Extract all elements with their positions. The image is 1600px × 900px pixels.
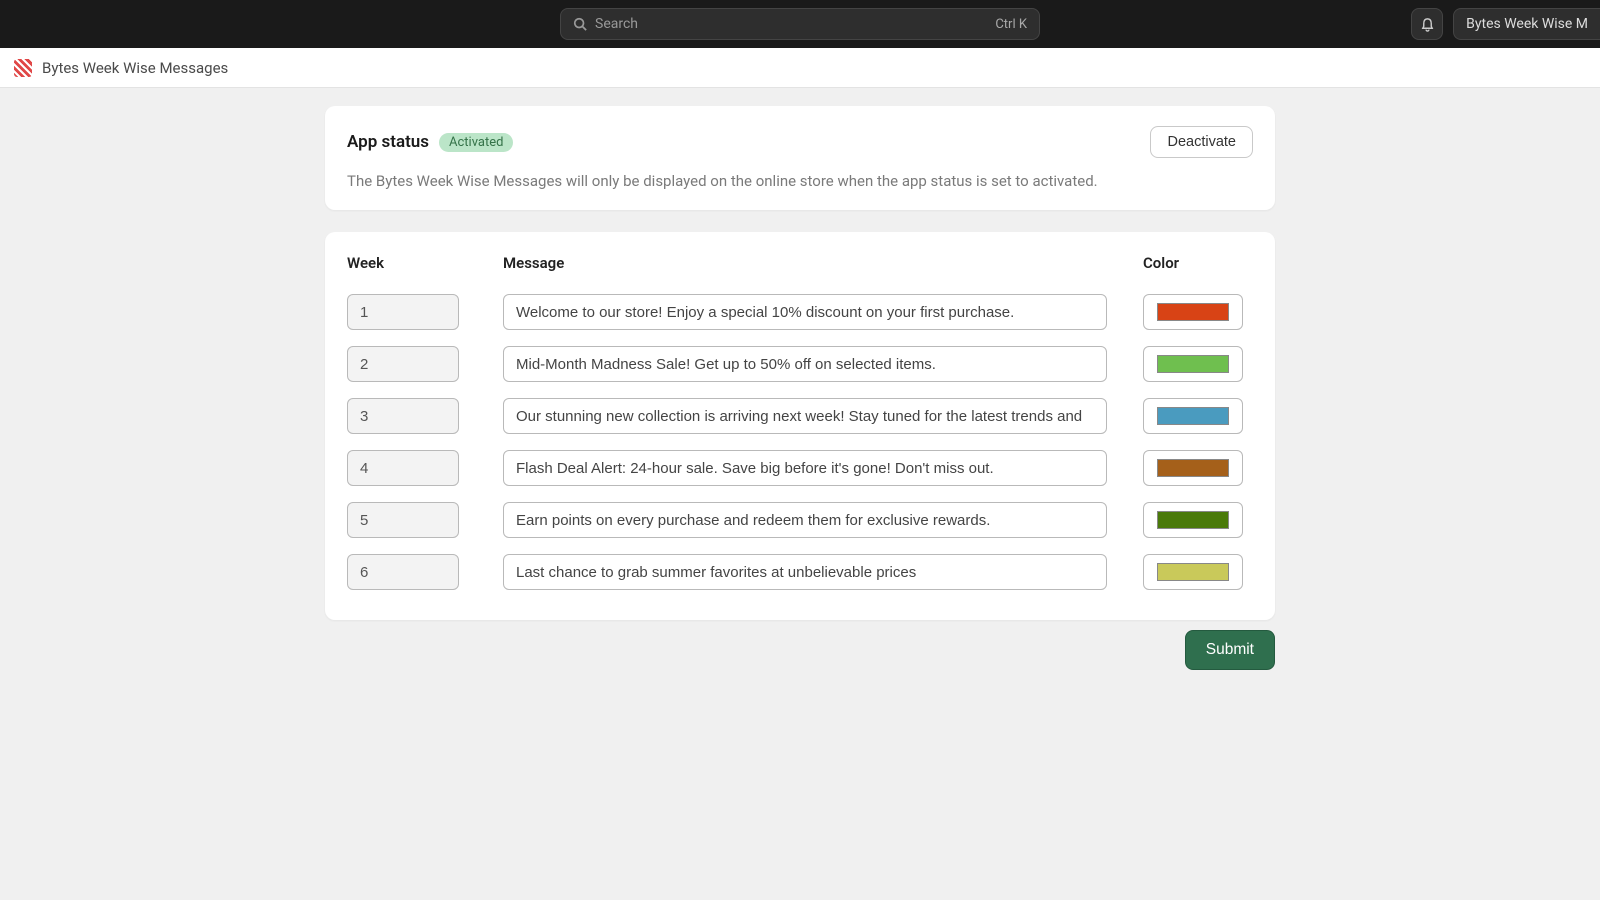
account-label: Bytes Week Wise M bbox=[1466, 16, 1588, 32]
color-picker[interactable] bbox=[1143, 398, 1243, 434]
message-input[interactable] bbox=[503, 502, 1107, 538]
message-input[interactable] bbox=[503, 398, 1107, 434]
col-header-message: Message bbox=[503, 254, 1107, 272]
app-icon bbox=[14, 59, 32, 77]
topbar: Search Ctrl K Bytes Week Wise M bbox=[0, 0, 1600, 48]
week-input[interactable] bbox=[347, 450, 459, 486]
message-input[interactable] bbox=[503, 554, 1107, 590]
status-card: App status Activated Deactivate The Byte… bbox=[325, 106, 1275, 210]
search-icon bbox=[573, 17, 587, 31]
message-input[interactable] bbox=[503, 294, 1107, 330]
col-header-color: Color bbox=[1143, 254, 1253, 272]
breadcrumb: Bytes Week Wise Messages bbox=[0, 48, 1600, 88]
submit-button[interactable]: Submit bbox=[1185, 630, 1275, 670]
search-input[interactable]: Search Ctrl K bbox=[560, 8, 1040, 40]
color-swatch bbox=[1157, 303, 1229, 321]
color-picker[interactable] bbox=[1143, 554, 1243, 590]
search-placeholder: Search bbox=[595, 16, 995, 32]
color-picker[interactable] bbox=[1143, 502, 1243, 538]
app-name: Bytes Week Wise Messages bbox=[42, 59, 228, 77]
table-row bbox=[347, 546, 1253, 598]
message-input[interactable] bbox=[503, 346, 1107, 382]
status-badge: Activated bbox=[439, 133, 513, 152]
account-menu[interactable]: Bytes Week Wise M bbox=[1453, 8, 1600, 40]
message-input[interactable] bbox=[503, 450, 1107, 486]
table-row bbox=[347, 494, 1253, 546]
week-input[interactable] bbox=[347, 294, 459, 330]
week-input[interactable] bbox=[347, 398, 459, 434]
color-swatch bbox=[1157, 563, 1229, 581]
deactivate-button[interactable]: Deactivate bbox=[1150, 126, 1253, 158]
table-row bbox=[347, 390, 1253, 442]
col-header-week: Week bbox=[347, 254, 467, 272]
week-input[interactable] bbox=[347, 502, 459, 538]
color-swatch bbox=[1157, 355, 1229, 373]
color-swatch bbox=[1157, 459, 1229, 477]
color-picker[interactable] bbox=[1143, 450, 1243, 486]
week-input[interactable] bbox=[347, 346, 459, 382]
color-picker[interactable] bbox=[1143, 294, 1243, 330]
week-input[interactable] bbox=[347, 554, 459, 590]
bell-icon bbox=[1420, 17, 1435, 32]
table-row bbox=[347, 338, 1253, 390]
status-title: App status bbox=[347, 132, 429, 152]
table-row bbox=[347, 286, 1253, 338]
color-swatch bbox=[1157, 407, 1229, 425]
messages-table: Week Message Color bbox=[325, 232, 1275, 620]
color-picker[interactable] bbox=[1143, 346, 1243, 382]
color-swatch bbox=[1157, 511, 1229, 529]
status-description: The Bytes Week Wise Messages will only b… bbox=[347, 172, 1253, 190]
table-row bbox=[347, 442, 1253, 494]
search-shortcut: Ctrl K bbox=[995, 17, 1027, 32]
notifications-button[interactable] bbox=[1411, 8, 1443, 40]
